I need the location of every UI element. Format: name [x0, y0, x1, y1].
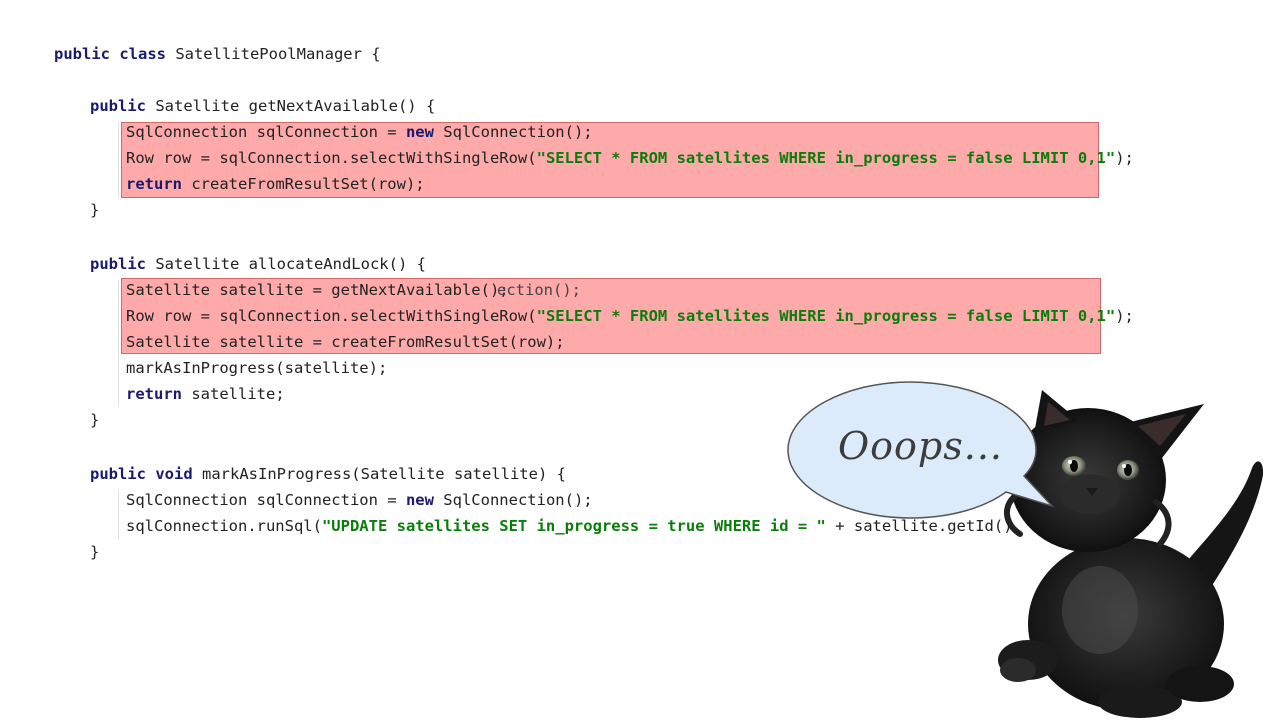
code-token: SatellitePoolManager {	[165, 45, 381, 63]
keyword-token: void	[155, 465, 193, 483]
code-token: );	[1115, 307, 1134, 325]
code-line-closing-brace: }	[90, 410, 99, 430]
indent-guide	[118, 122, 119, 198]
code-line: Row row = sqlConnection.selectWithSingle…	[126, 306, 1134, 326]
code-token: );	[1115, 149, 1134, 167]
code-token: }	[90, 543, 100, 561]
code-token: }	[90, 201, 100, 219]
string-literal: "UPDATE satellites SET in_progress = tru…	[321, 517, 826, 535]
code-line: SqlConnection sqlConnection = new SqlCon…	[126, 490, 593, 510]
code-token: Row row = sqlConnection.selectWithSingle…	[126, 307, 537, 325]
code-token: sqlConnection.runSql(	[126, 517, 322, 535]
keyword-token: public	[90, 97, 146, 115]
code-token: Satellite satellite = createFromResultSe…	[126, 333, 565, 351]
code-line: Satellite satellite = getNextAvailable()…	[126, 280, 509, 300]
keyword-token: return	[126, 385, 182, 403]
code-token: ection();	[497, 281, 581, 299]
code-token: satellite;	[182, 385, 285, 403]
code-token: SqlConnection sqlConnection =	[126, 123, 406, 141]
code-token: Row row = sqlConnection.selectWithSingle…	[126, 149, 537, 167]
indent-guide	[118, 490, 119, 540]
code-line-class-declaration: public class SatellitePoolManager {	[54, 44, 381, 64]
code-line: return createFromResultSet(row);	[126, 174, 425, 194]
keyword-token: public class	[54, 45, 166, 63]
code-line-method-signature-get-next-available: public Satellite getNextAvailable() {	[90, 96, 435, 116]
code-token: SqlConnection();	[433, 491, 593, 509]
code-token: SqlConnection();	[433, 123, 593, 141]
code-line: Row row = sqlConnection.selectWithSingle…	[126, 148, 1134, 168]
string-literal: "SELECT * FROM satellites WHERE in_progr…	[536, 149, 1116, 167]
code-line: return satellite;	[126, 384, 285, 404]
code-line: markAsInProgress(satellite);	[126, 358, 387, 378]
code-token: }	[90, 411, 100, 429]
code-line-ghost-text: ection();	[497, 280, 581, 300]
keyword-token: new	[405, 491, 434, 509]
keyword-token: new	[405, 123, 434, 141]
code-token: createFromResultSet(row);	[182, 175, 425, 193]
string-literal: "SELECT * FROM satellites WHERE in_progr…	[536, 307, 1116, 325]
indent-guide	[118, 280, 119, 406]
keyword-token: return	[126, 175, 182, 193]
code-token: SqlConnection sqlConnection =	[126, 491, 406, 509]
keyword-token: public	[90, 465, 146, 483]
code-line-closing-brace: }	[90, 200, 99, 220]
speech-bubble: Ooops...	[786, 380, 1066, 520]
code-token: Satellite satellite = getNextAvailable()…	[126, 281, 509, 299]
keyword-token: public	[90, 255, 146, 273]
code-line: Satellite satellite = createFromResultSe…	[126, 332, 565, 352]
code-token: markAsInProgress(Satellite satellite) {	[192, 465, 566, 483]
code-line: SqlConnection sqlConnection = new SqlCon…	[126, 122, 593, 142]
code-line-method-signature-allocate-and-lock: public Satellite allocateAndLock() {	[90, 254, 426, 274]
code-line-method-signature-mark-as-in-progress: public void markAsInProgress(Satellite s…	[90, 464, 566, 484]
code-line-closing-brace: }	[90, 542, 99, 562]
code-token: Satellite allocateAndLock() {	[146, 255, 426, 273]
code-token: markAsInProgress(satellite);	[126, 359, 388, 377]
code-token: Satellite getNextAvailable() {	[146, 97, 436, 115]
speech-bubble-text: Ooops...	[838, 424, 1003, 468]
